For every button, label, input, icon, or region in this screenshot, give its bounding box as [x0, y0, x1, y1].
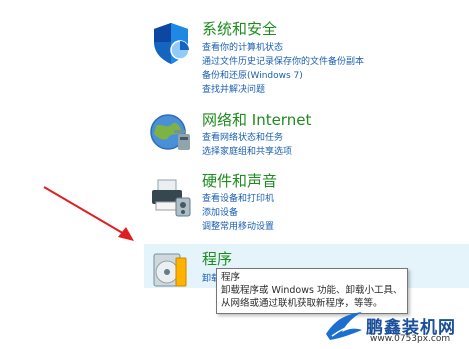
watermark-url: www.0753px.com: [370, 334, 451, 344]
tooltip-title: 程序: [221, 272, 241, 283]
shield-icon[interactable]: [148, 20, 194, 66]
program-disc-icon[interactable]: [150, 250, 196, 296]
watermark: 鹏鑫装机网 www.0753px.com: [322, 300, 469, 349]
printer-icon[interactable]: [148, 174, 194, 220]
link-mobility-settings[interactable]: 调整常用移动设置: [202, 220, 274, 234]
category-title-system[interactable]: 系统和安全: [202, 20, 277, 38]
category-title-hardware[interactable]: 硬件和声音: [202, 172, 277, 190]
link-troubleshoot[interactable]: 查找并解决问题: [202, 83, 364, 97]
link-add-device[interactable]: 添加设备: [202, 206, 274, 220]
link-view-computer-status[interactable]: 查看你的计算机状态: [202, 41, 364, 55]
link-devices-printers[interactable]: 查看设备和打印机: [202, 192, 274, 206]
globe-network-icon[interactable]: [148, 110, 194, 156]
link-homegroup-sharing[interactable]: 选择家庭组和共享选项: [202, 145, 292, 159]
link-file-history-backup[interactable]: 通过文件历史记录保存你的文件备份副本: [202, 55, 364, 69]
hardware-links: 查看设备和打印机 添加设备 调整常用移动设置: [202, 192, 274, 234]
bird-logo-icon: [326, 312, 362, 340]
system-links: 查看你的计算机状态 通过文件历史记录保存你的文件备份副本 备份和还原(Windo…: [202, 41, 364, 97]
link-network-status[interactable]: 查看网络状态和任务: [202, 131, 292, 145]
category-title-programs[interactable]: 程序: [202, 250, 232, 268]
category-title-network[interactable]: 网络和 Internet: [202, 111, 311, 129]
network-links: 查看网络状态和任务 选择家庭组和共享选项: [202, 131, 292, 159]
red-arrow-icon: [43, 186, 134, 241]
link-backup-restore[interactable]: 备份和还原(Windows 7): [202, 69, 364, 83]
